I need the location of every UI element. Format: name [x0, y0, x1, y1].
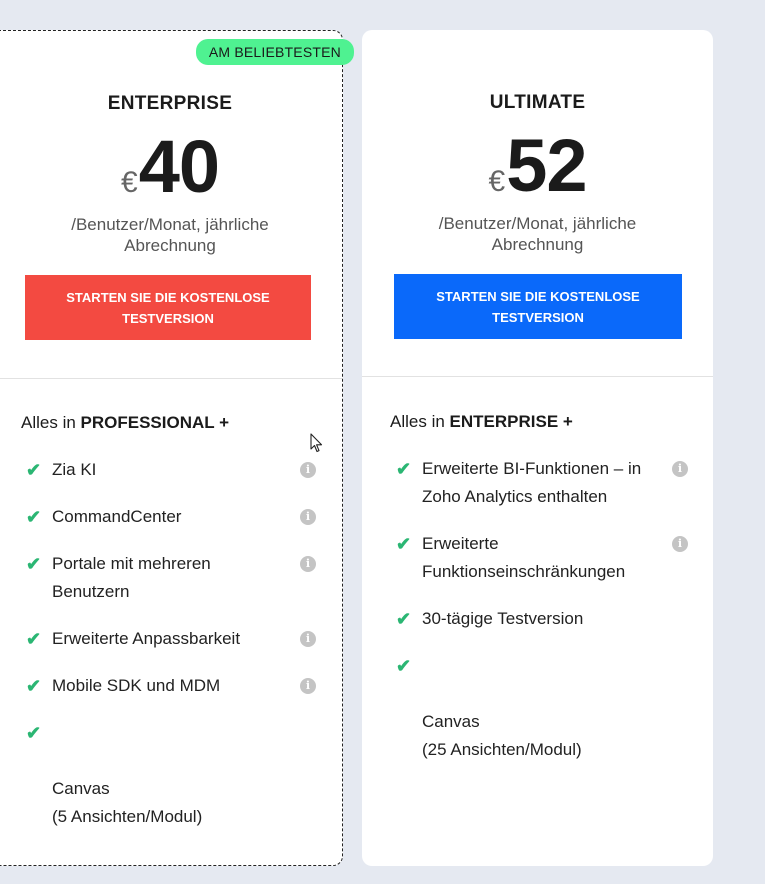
divider — [0, 378, 342, 379]
includes-heading: Alles in PROFESSIONAL + — [21, 413, 229, 433]
includes-prefix: Alles in — [390, 412, 450, 431]
check-icon: ✔ — [396, 459, 412, 479]
feature-label: Canvas (25 Ansichten/Modul) — [422, 712, 582, 759]
check-icon: ✔ — [26, 507, 42, 527]
info-icon[interactable]: i — [300, 631, 316, 647]
feature-label: Mobile SDK und MDM — [52, 676, 221, 695]
feature-label: Erweiterte BI-Funktionen – in Zoho Analy… — [422, 459, 642, 506]
price-amount: 40 — [138, 125, 220, 208]
feature-label: 30-tägige Testversion — [422, 609, 584, 628]
check-icon: ✔ — [26, 629, 42, 649]
info-icon[interactable]: i — [300, 462, 316, 478]
plan-title: ENTERPRISE — [107, 93, 233, 114]
currency-symbol: € — [488, 165, 506, 198]
plan-card-enterprise: AM BELIEBTESTEN ENTERPRISE €40 /Benutzer… — [0, 30, 354, 866]
feature-item: ✔ Zia KI i — [26, 456, 316, 484]
check-icon: ✔ — [396, 534, 412, 554]
divider — [362, 376, 713, 377]
start-free-trial-button[interactable]: STARTEN SIE DIE KOSTENLOSE TESTVERSION — [25, 275, 311, 340]
start-free-trial-button[interactable]: STARTEN SIE DIE KOSTENLOSE TESTVERSION — [394, 274, 682, 339]
check-icon: ✔ — [26, 460, 42, 480]
feature-item: ✔ Canvas (5 Ansichten/Modul) — [26, 719, 316, 831]
feature-label: Zia KI — [52, 460, 97, 479]
currency-symbol: € — [121, 166, 138, 199]
feature-label: Portale mit mehreren Benutzern — [52, 554, 211, 601]
check-icon: ✔ — [26, 676, 42, 696]
feature-label: Canvas (5 Ansichten/Modul) — [52, 779, 203, 826]
most-popular-badge: AM BELIEBTESTEN — [195, 39, 354, 65]
feature-list: ✔ Zia KI i ✔ CommandCenter i ✔ Portale m… — [26, 456, 316, 850]
feature-item: ✔ Mobile SDK und MDM i — [26, 672, 316, 700]
mouse-pointer-icon — [310, 433, 323, 453]
feature-list: ✔ Erweiterte BI-Funktionen – in Zoho Ana… — [396, 455, 688, 783]
feature-label: Erweiterte Anpassbarkeit — [52, 629, 241, 648]
plan-price: €52 — [362, 126, 713, 206]
plan-card-ultimate: ULTIMATE €52 /Benutzer/Monat, jährliche … — [362, 30, 713, 866]
info-icon[interactable]: i — [300, 509, 316, 525]
feature-item: ✔ 30-tägige Testversion — [396, 605, 688, 633]
feature-item: ✔ Erweiterte BI-Funktionen – in Zoho Ana… — [396, 455, 688, 511]
feature-item: ✔ CommandCenter i — [26, 503, 316, 531]
includes-prefix: Alles in — [21, 413, 81, 432]
billing-period: /Benutzer/Monat, jährliche Abrechnung — [438, 214, 637, 254]
info-icon[interactable]: i — [672, 536, 688, 552]
feature-item: ✔ Erweiterte Funktionseinschränkungen i — [396, 530, 688, 586]
includes-heading: Alles in ENTERPRISE + — [390, 412, 573, 432]
info-icon[interactable]: i — [672, 461, 688, 477]
feature-label: CommandCenter — [52, 507, 182, 526]
billing-period: /Benutzer/Monat, jährliche Abrechnung — [71, 215, 269, 255]
check-icon: ✔ — [26, 554, 42, 574]
feature-label: Erweiterte Funktionseinschränkungen — [422, 534, 626, 581]
info-icon[interactable]: i — [300, 556, 316, 572]
feature-item: ✔ Erweiterte Anpassbarkeit i — [26, 625, 316, 653]
includes-plan: PROFESSIONAL + — [80, 413, 229, 432]
check-icon: ✔ — [396, 656, 412, 676]
check-icon: ✔ — [396, 609, 412, 629]
feature-item: ✔ Canvas (25 Ansichten/Modul) — [396, 652, 688, 764]
info-icon[interactable]: i — [300, 678, 316, 694]
feature-item: ✔ Portale mit mehreren Benutzern i — [26, 550, 316, 606]
includes-plan: ENTERPRISE + — [449, 412, 573, 431]
check-icon: ✔ — [26, 723, 42, 743]
price-amount: 52 — [506, 124, 587, 207]
plan-title: ULTIMATE — [489, 92, 586, 113]
plan-price: €40 — [0, 127, 342, 207]
